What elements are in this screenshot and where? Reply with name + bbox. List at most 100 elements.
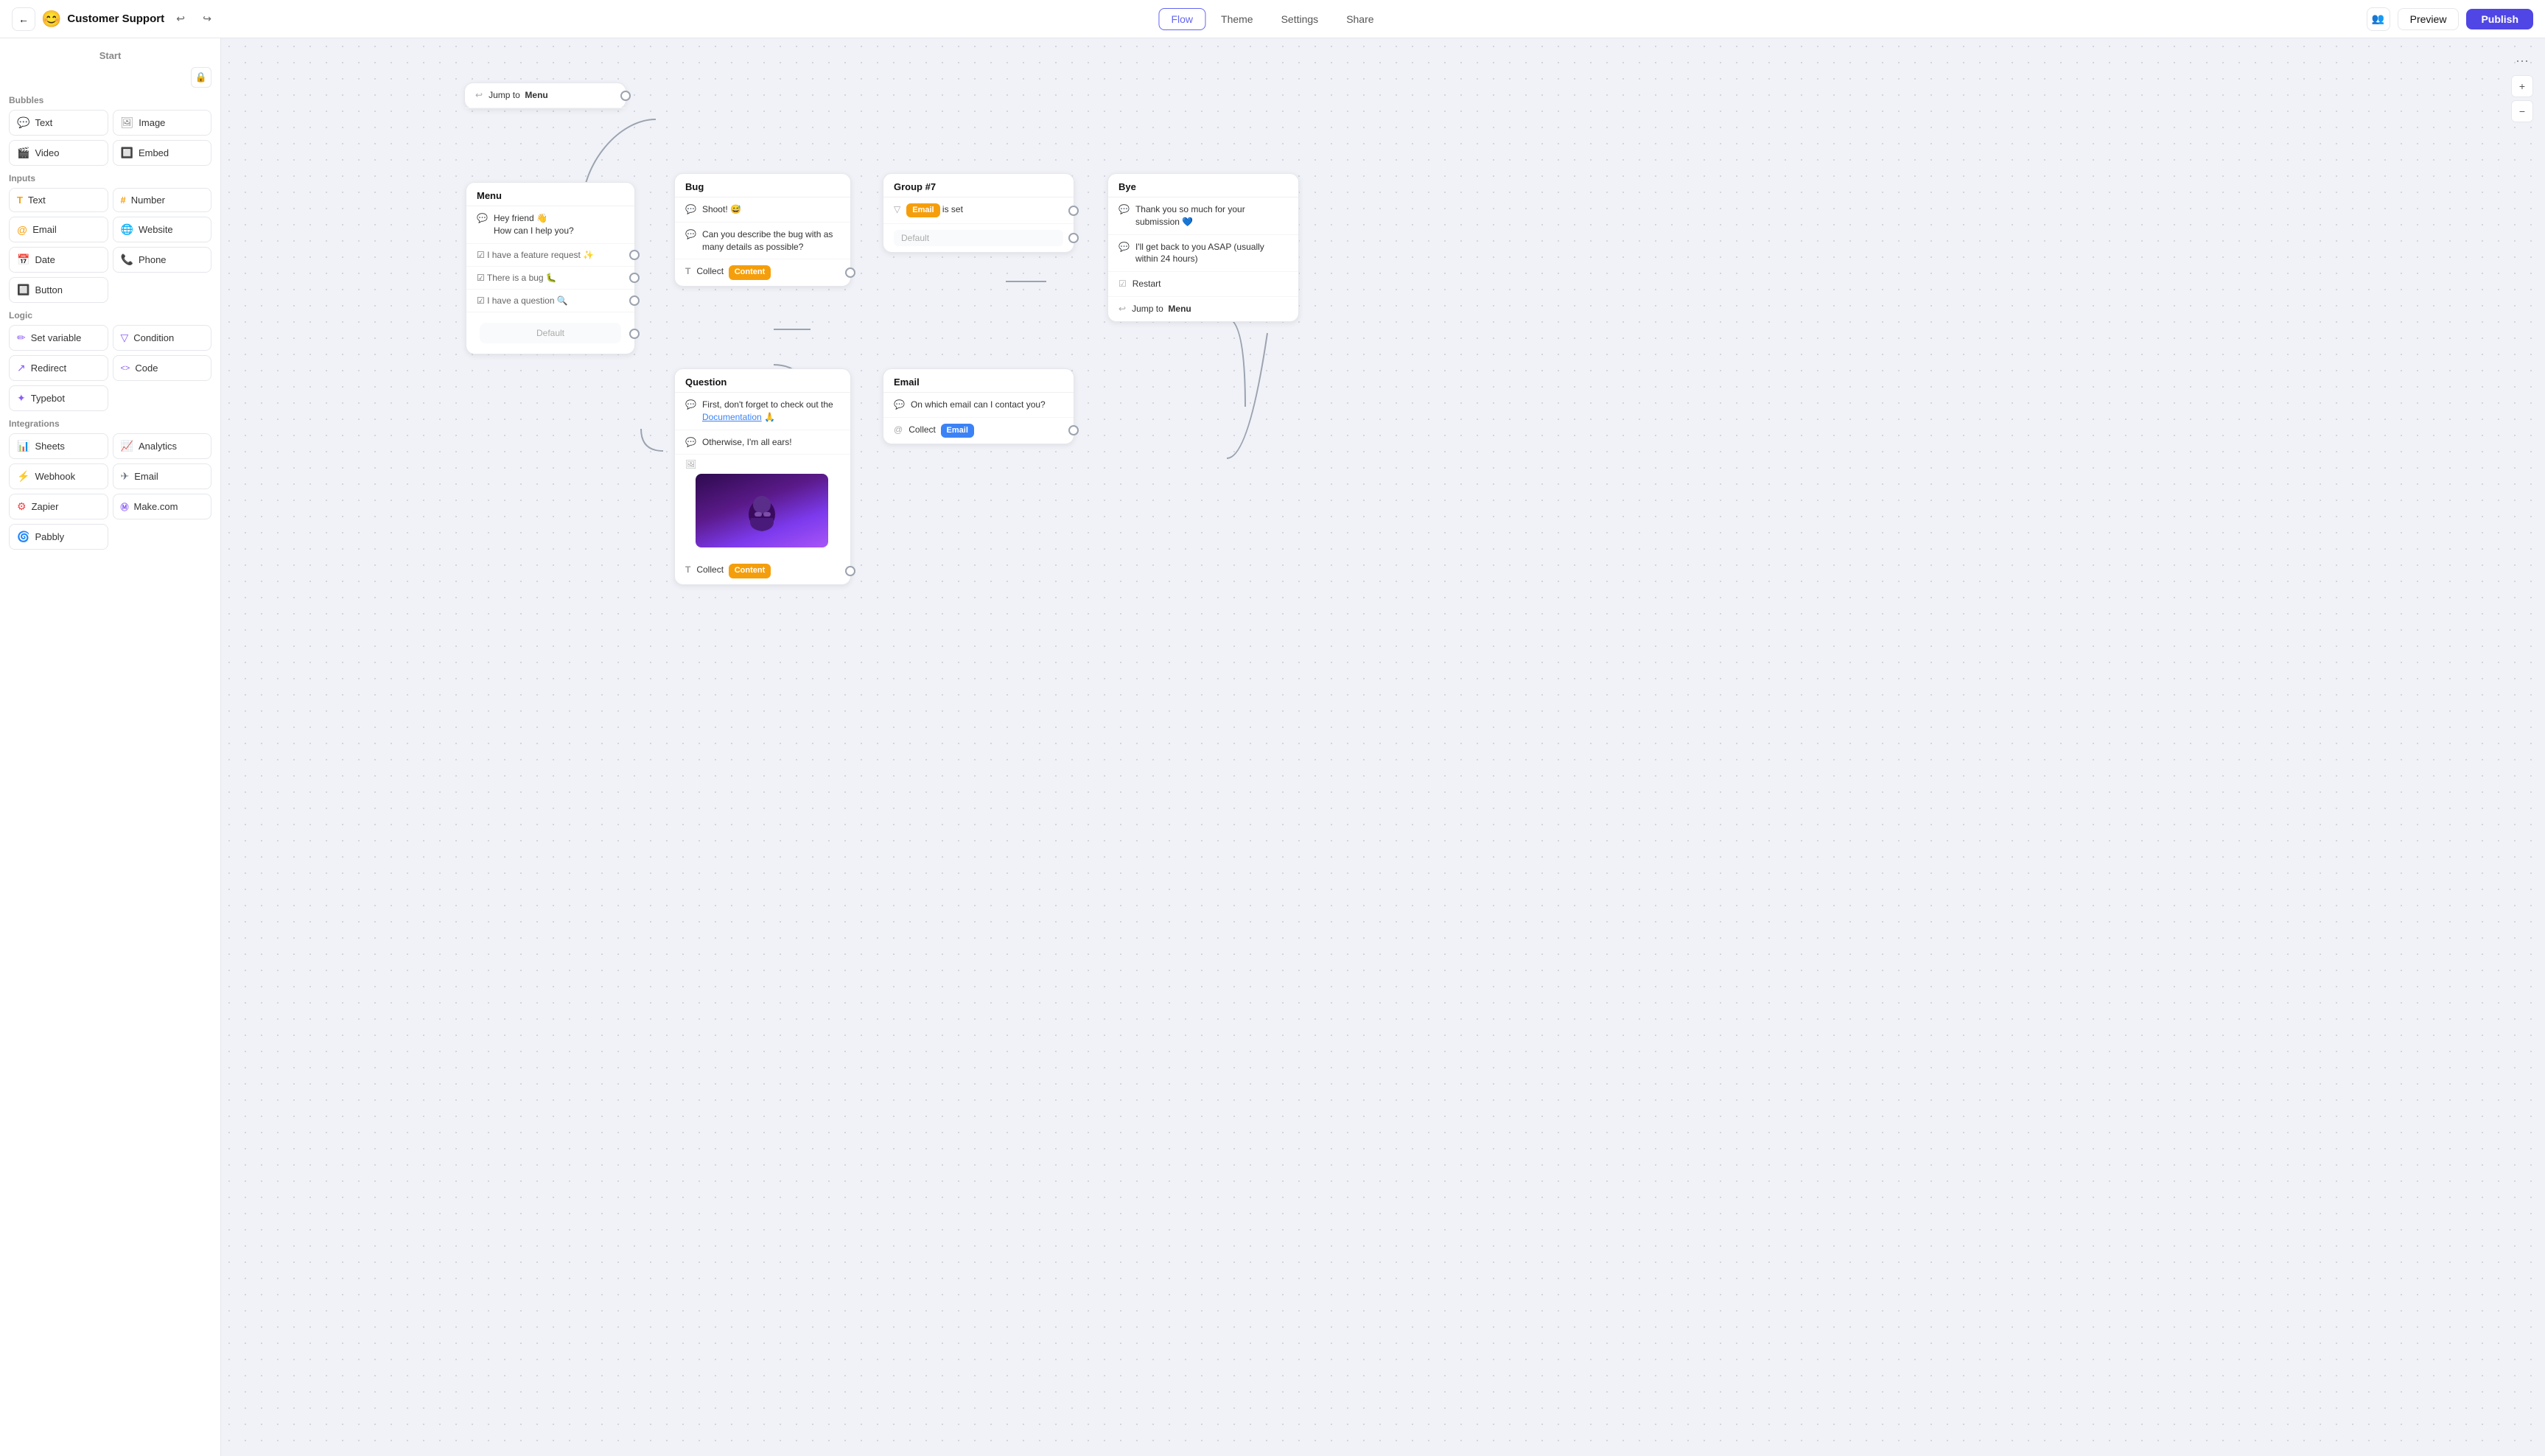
bot-name: Customer Support <box>67 13 164 25</box>
bye-jump-icon: ↩ <box>1119 304 1126 314</box>
lock-icon[interactable]: 🔒 <box>191 67 211 88</box>
input-number-label: Number <box>131 195 165 206</box>
question-ears-row: 💬 Otherwise, I'm all ears! <box>675 430 850 455</box>
menu-bubble-text: Hey friend 👋How can I help you? <box>494 212 574 237</box>
menu-choice2-connector[interactable] <box>629 273 640 283</box>
group7-header: Group #7 <box>883 174 1074 197</box>
section-integrations: Integrations <box>9 419 211 429</box>
bug-shoot-row: 💬 Shoot! 😅 <box>675 197 850 223</box>
publish-button[interactable]: Publish <box>2466 9 2533 29</box>
email-collect-text: Collect Email <box>909 424 974 438</box>
menu-choice-1: ☑ I have a feature request ✨ <box>466 244 634 267</box>
input-text[interactable]: T Text <box>9 188 108 212</box>
input-date[interactable]: 📅 Date <box>9 247 108 273</box>
int-analytics-label: Analytics <box>139 441 177 452</box>
button-input-icon: 🔲 <box>17 284 29 296</box>
bug-shoot-icon: 💬 <box>685 204 696 214</box>
email-question-icon: 💬 <box>894 399 905 410</box>
bug-describe-row: 💬 Can you describe the bug with as many … <box>675 223 850 260</box>
section-inputs: Inputs <box>9 173 211 183</box>
input-text-label: Text <box>28 195 46 206</box>
embed-bubble-icon: 🔲 <box>121 147 133 159</box>
menu-default-text: Default <box>480 323 621 343</box>
typebot-icon: ✦ <box>17 392 26 405</box>
input-website[interactable]: 🌐 Website <box>113 217 212 242</box>
int-webhook[interactable]: ⚡ Webhook <box>9 463 108 489</box>
bug-collect-text: Collect Content <box>696 265 771 279</box>
phone-input-icon: 📞 <box>121 253 133 266</box>
flow-container: ↩ Jump to Menu Menu 💬 Hey friend 👋How ca… <box>221 38 2545 1456</box>
preview-button[interactable]: Preview <box>2398 8 2460 30</box>
sheets-icon: 📊 <box>17 440 29 452</box>
int-pabbly-label: Pabbly <box>35 531 64 542</box>
question-node: Question 💬 First, don't forget to check … <box>674 368 851 585</box>
tab-share[interactable]: Share <box>1334 8 1386 30</box>
question-ears-text: Otherwise, I'm all ears! <box>702 436 792 449</box>
input-email[interactable]: @ Email <box>9 217 108 242</box>
int-sheets[interactable]: 📊 Sheets <box>9 433 108 459</box>
logic-grid: ✏ Set variable ▽ Condition ↗ Redirect <>… <box>9 325 211 411</box>
tab-flow[interactable]: Flow <box>1158 8 1205 30</box>
bubble-video[interactable]: 🎬 Video <box>9 140 108 166</box>
bubble-image[interactable]: 🖼 Image <box>113 110 212 136</box>
bye-node: Bye 💬 Thank you so much for your submiss… <box>1107 173 1299 322</box>
menu-choice-2: ☑ There is a bug 🐛 <box>466 267 634 290</box>
bubble-text[interactable]: 💬 Text <box>9 110 108 136</box>
logic-typebot-label: Typebot <box>31 393 65 404</box>
bubble-embed[interactable]: 🔲 Embed <box>113 140 212 166</box>
undo-button[interactable]: ↩ <box>170 9 191 29</box>
tab-theme[interactable]: Theme <box>1208 8 1266 30</box>
int-email[interactable]: ✈ Email <box>113 463 212 489</box>
bug-node-header: Bug <box>675 174 850 197</box>
logic-code[interactable]: <> Code <box>113 355 212 381</box>
bot-avatar: 😊 <box>41 10 61 29</box>
logic-redirect[interactable]: ↗ Redirect <box>9 355 108 381</box>
group7-email-connector[interactable] <box>1068 206 1079 216</box>
int-pabbly[interactable]: 🌀 Pabbly <box>9 524 108 550</box>
section-bubbles: Bubbles <box>9 95 211 105</box>
email-collect-connector[interactable] <box>1068 425 1079 435</box>
logic-setvariable-label: Set variable <box>31 332 82 343</box>
logic-setvariable[interactable]: ✏ Set variable <box>9 325 108 351</box>
logic-condition[interactable]: ▽ Condition <box>113 325 212 351</box>
input-number[interactable]: # Number <box>113 188 212 212</box>
bye-thankyou-row: 💬 Thank you so much for your submission … <box>1108 197 1298 235</box>
input-button[interactable]: 🔲 Button <box>9 277 108 303</box>
question-collect-row: T Collect Content <box>675 558 850 584</box>
zapier-icon: ⚙ <box>17 500 27 513</box>
guests-button[interactable]: 👥 <box>2367 7 2390 31</box>
group7-default-connector[interactable] <box>1068 233 1079 243</box>
input-phone[interactable]: 📞 Phone <box>113 247 212 273</box>
logic-typebot[interactable]: ✦ Typebot <box>9 385 108 411</box>
question-docs-icon: 💬 <box>685 399 696 410</box>
int-zapier-label: Zapier <box>32 501 59 512</box>
int-zapier[interactable]: ⚙ Zapier <box>9 494 108 519</box>
menu-choice1-connector[interactable] <box>629 250 640 260</box>
analytics-icon: 📈 <box>121 440 133 452</box>
pabbly-icon: 🌀 <box>17 531 29 543</box>
canvas[interactable]: ⋯ + − <box>221 38 2545 1456</box>
setvariable-icon: ✏ <box>17 332 26 344</box>
bye-jump-text: Jump to Menu <box>1132 303 1191 315</box>
topnav-center: Flow Theme Settings Share <box>1158 8 1386 30</box>
bug-collect-row: T Collect Content <box>675 259 850 285</box>
group7-node: Group #7 ▽ Email is set Default <box>883 173 1074 253</box>
bug-collect-connector[interactable] <box>845 267 855 278</box>
input-email-label: Email <box>32 224 57 235</box>
menu-default-connector[interactable] <box>629 329 640 339</box>
jump-menu-connector-right[interactable] <box>620 91 631 101</box>
redirect-icon: ↗ <box>17 362 26 374</box>
menu-choice3-connector[interactable] <box>629 295 640 306</box>
redo-button[interactable]: ↪ <box>197 9 217 29</box>
tab-settings[interactable]: Settings <box>1269 8 1331 30</box>
bye-header: Bye <box>1108 174 1298 197</box>
input-button-label: Button <box>35 284 63 295</box>
email-collect-row: @ Collect Email <box>883 418 1074 444</box>
bubbles-grid: 💬 Text 🖼 Image 🎬 Video 🔲 Embed <box>9 110 211 166</box>
question-collect-connector[interactable] <box>845 566 855 576</box>
bye-jump-row: ↩ Jump to Menu <box>1108 297 1298 321</box>
int-makecom[interactable]: Ⓜ Make.com <box>113 494 212 519</box>
back-button[interactable]: ← <box>12 7 35 31</box>
int-analytics[interactable]: 📈 Analytics <box>113 433 212 459</box>
text-bubble-icon: 💬 <box>17 116 29 129</box>
